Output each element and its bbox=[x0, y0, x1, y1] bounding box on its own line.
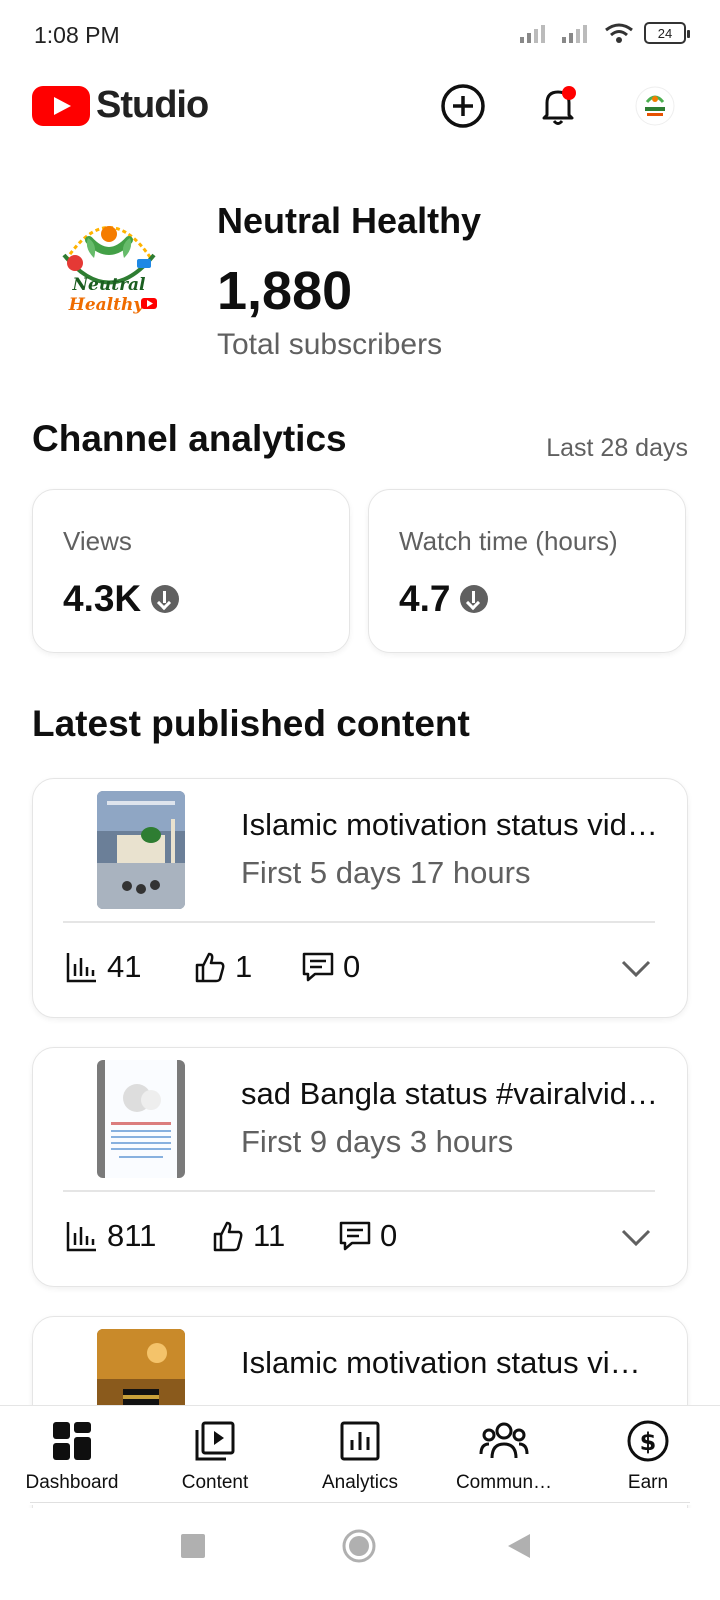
trend-down-icon bbox=[151, 585, 180, 613]
signal-icon bbox=[520, 25, 545, 43]
video-title: sad Bangla status #vairalvideo bbox=[241, 1076, 661, 1111]
community-icon bbox=[479, 1422, 529, 1459]
thumbs-up-icon bbox=[213, 1221, 243, 1252]
bottom-navigation: Dashboard Content Analytics Commun… $ Ea… bbox=[0, 1405, 720, 1505]
channel-logo: Neutral Healthy bbox=[62, 226, 157, 315]
nav-label: Content bbox=[181, 1472, 249, 1493]
mosque-thumbnail-image bbox=[97, 791, 185, 909]
notifications-button[interactable] bbox=[530, 78, 586, 134]
channel-avatar[interactable]: Neutral Healthy bbox=[44, 200, 174, 330]
video-thumbnail[interactable] bbox=[97, 791, 185, 909]
bell-icon bbox=[542, 86, 576, 125]
nav-content[interactable]: Content bbox=[143, 1418, 287, 1494]
nav-label: Earn bbox=[627, 1472, 669, 1493]
sad-status-thumbnail-image bbox=[97, 1060, 185, 1178]
battery-icon: 24 bbox=[644, 22, 690, 44]
divider bbox=[30, 1502, 690, 1503]
analytics-range: Last 28 days bbox=[546, 434, 688, 462]
youtube-studio-logo[interactable]: Studio bbox=[32, 84, 209, 127]
likes-stat: 11 bbox=[211, 1218, 285, 1254]
views-stat: 41 bbox=[65, 949, 141, 985]
comments-count: 0 bbox=[380, 1218, 398, 1253]
channel-avatar-small bbox=[635, 86, 675, 126]
divider bbox=[63, 1190, 655, 1192]
metric-label: Views bbox=[63, 526, 132, 556]
analytics-title: Channel analytics bbox=[32, 418, 347, 459]
metric-value: 4.7 bbox=[399, 578, 489, 620]
watch-time-value: 4.7 bbox=[399, 578, 451, 619]
app-name: Studio bbox=[96, 84, 209, 126]
comments-count: 0 bbox=[343, 949, 361, 984]
likes-count: 11 bbox=[253, 1218, 286, 1253]
status-bar: 1:08 PM 24 bbox=[0, 0, 720, 70]
video-card[interactable]: Islamic motivation status video First 5 … bbox=[32, 778, 688, 1018]
nav-dashboard[interactable]: Dashboard bbox=[0, 1418, 144, 1494]
video-title: Islamic motivation status video bbox=[241, 1345, 641, 1380]
video-title: Islamic motivation status video bbox=[241, 807, 661, 842]
subscriber-label: Total subscribers bbox=[217, 328, 443, 361]
account-avatar[interactable] bbox=[627, 78, 683, 134]
recents-button-icon[interactable] bbox=[180, 1533, 206, 1559]
video-thumbnail[interactable] bbox=[97, 1060, 185, 1178]
watch-time-card[interactable]: Watch time (hours) 4.7 bbox=[368, 489, 686, 653]
wifi-icon bbox=[605, 23, 633, 43]
status-icons: 24 bbox=[520, 22, 690, 44]
metric-value: 4.3K bbox=[63, 578, 180, 620]
divider bbox=[63, 921, 655, 923]
logo-text-line1: Neutral bbox=[72, 275, 147, 295]
status-time: 1:08 PM bbox=[34, 22, 120, 48]
views-card[interactable]: Views 4.3K bbox=[32, 489, 350, 653]
video-period: First 5 days 17 hours bbox=[241, 855, 531, 890]
dashboard-icon bbox=[53, 1422, 91, 1460]
comment-icon bbox=[302, 952, 334, 982]
system-navigation bbox=[0, 1508, 720, 1600]
bar-chart-icon bbox=[66, 953, 96, 983]
content-icon bbox=[195, 1421, 235, 1461]
svg-text:$: $ bbox=[640, 1428, 657, 1456]
nav-earn[interactable]: $ Earn bbox=[576, 1418, 720, 1494]
views-value: 4.3K bbox=[63, 578, 142, 619]
signal-icon-2 bbox=[562, 25, 587, 43]
comment-icon bbox=[339, 1221, 371, 1251]
plus-circle-icon bbox=[441, 84, 485, 128]
nav-label: Commun… bbox=[455, 1472, 553, 1493]
views-stat: 811 bbox=[65, 1218, 156, 1254]
video-period: First 9 days 3 hours bbox=[241, 1124, 514, 1159]
logo-text-line2: Healthy bbox=[68, 295, 145, 315]
back-button-icon[interactable] bbox=[506, 1532, 532, 1560]
nav-label: Dashboard bbox=[25, 1472, 119, 1493]
create-button[interactable] bbox=[435, 78, 491, 134]
nav-community[interactable]: Commun… bbox=[432, 1418, 576, 1494]
home-button-icon[interactable] bbox=[341, 1528, 377, 1564]
chevron-down-icon[interactable] bbox=[619, 1220, 653, 1254]
likes-count: 1 bbox=[235, 949, 253, 984]
nav-label: Analytics bbox=[321, 1472, 399, 1493]
comments-stat: 0 bbox=[338, 1218, 397, 1254]
trend-down-icon bbox=[460, 585, 489, 613]
earn-icon: $ bbox=[627, 1420, 669, 1462]
latest-content-title: Latest published content bbox=[32, 703, 470, 744]
thumbs-up-icon bbox=[195, 952, 225, 983]
chevron-down-icon[interactable] bbox=[619, 951, 653, 985]
bar-chart-icon bbox=[66, 1222, 96, 1252]
channel-summary: Neutral Healthy Neutral Healthy 1,880 To… bbox=[0, 190, 720, 380]
video-card[interactable]: sad Bangla status #vairalvideo First 9 d… bbox=[32, 1047, 688, 1287]
comments-stat: 0 bbox=[301, 949, 360, 985]
battery-level: 24 bbox=[657, 25, 673, 41]
views-count: 41 bbox=[107, 949, 142, 984]
nav-analytics[interactable]: Analytics bbox=[288, 1418, 432, 1494]
channel-name: Neutral Healthy bbox=[217, 200, 482, 241]
subscriber-count: 1,880 bbox=[217, 261, 353, 321]
views-count: 811 bbox=[107, 1218, 157, 1253]
app-header: Studio bbox=[0, 70, 720, 142]
analytics-icon bbox=[340, 1421, 380, 1461]
youtube-play-icon bbox=[32, 85, 90, 126]
likes-stat: 1 bbox=[193, 949, 252, 985]
metric-label: Watch time (hours) bbox=[399, 526, 618, 556]
